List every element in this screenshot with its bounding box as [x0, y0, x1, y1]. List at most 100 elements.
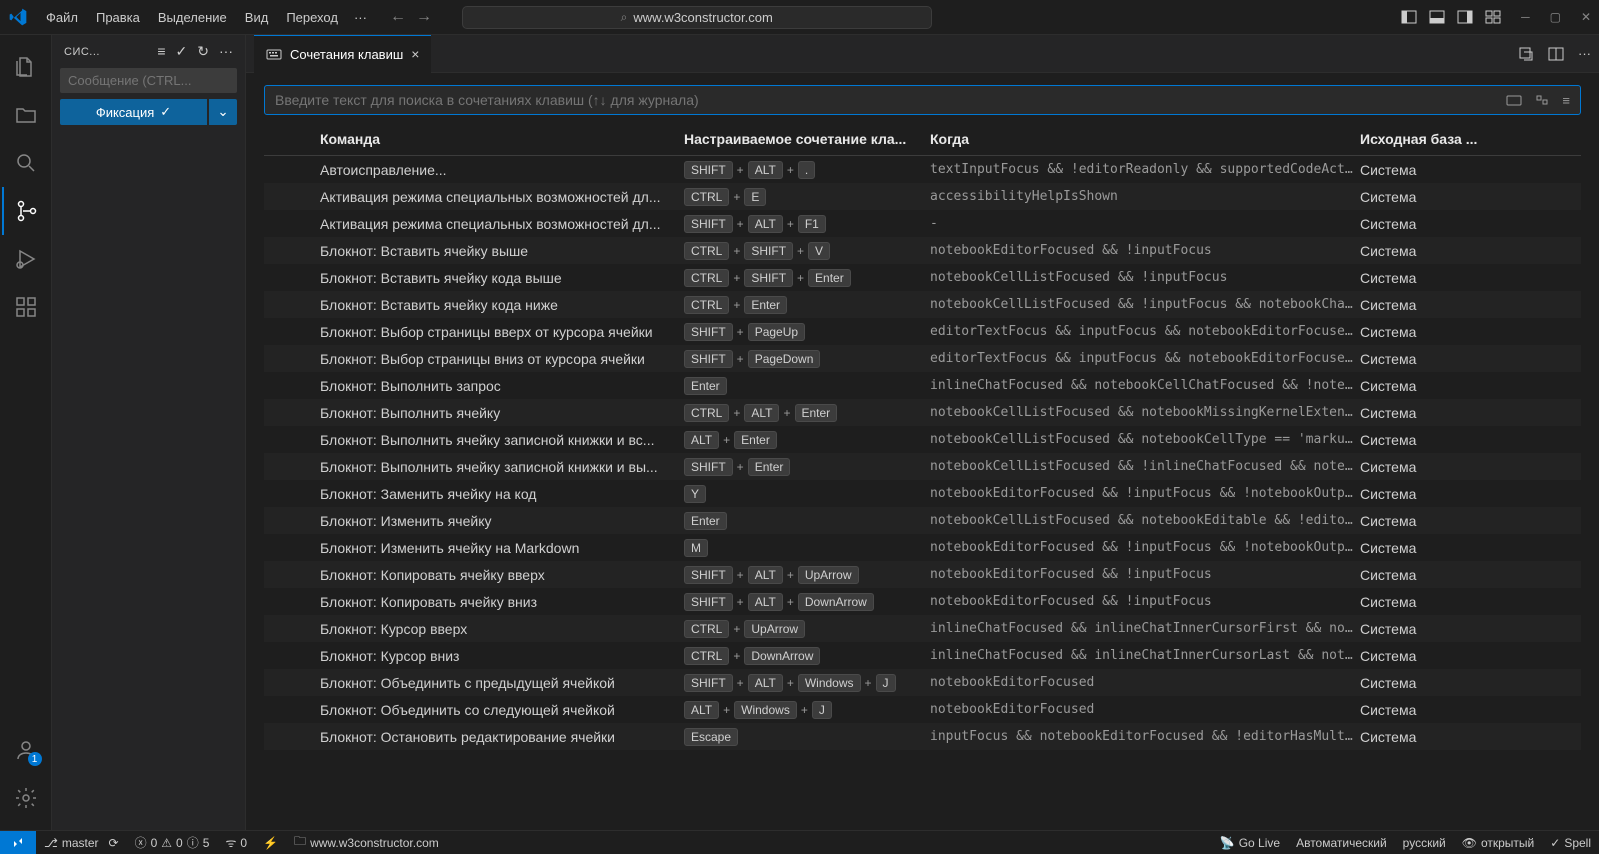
- keybinding-row[interactable]: Блокнот: Вставить ячейку кода нижеCTRL+E…: [264, 291, 1581, 318]
- keybinding-row[interactable]: Блокнот: Изменить ячейку на MarkdownMnot…: [264, 534, 1581, 561]
- maximize-icon[interactable]: ▢: [1550, 10, 1561, 24]
- keybinding-row[interactable]: Блокнот: Вставить ячейку кода вышеCTRL+S…: [264, 264, 1581, 291]
- row-keybinding: CTRL+UpArrow: [684, 620, 930, 638]
- run-debug-icon[interactable]: [2, 235, 50, 283]
- keybinding-row[interactable]: Блокнот: Выполнить ячейку записной книжк…: [264, 453, 1581, 480]
- keybinding-row[interactable]: Блокнот: Копировать ячейку вверхSHIFT+AL…: [264, 561, 1581, 588]
- keybinding-row[interactable]: Блокнот: Копировать ячейку внизSHIFT+ALT…: [264, 588, 1581, 615]
- status-spell[interactable]: ✓Spell: [1542, 836, 1599, 850]
- menu-more-icon[interactable]: ···: [346, 6, 375, 29]
- status-branch[interactable]: ⎇master⟳: [36, 836, 127, 850]
- keybinding-row[interactable]: Блокнот: Заменить ячейку на кодYnotebook…: [264, 480, 1581, 507]
- toggle-primary-sidebar-icon[interactable]: [1401, 9, 1417, 25]
- menu-bar: Файл Правка Выделение Вид Переход: [38, 6, 346, 29]
- keybinding-row[interactable]: Блокнот: Выполнить запросEnterinlineChat…: [264, 372, 1581, 399]
- header-keybinding[interactable]: Настраиваемое сочетание кла...: [684, 131, 930, 147]
- header-command[interactable]: Команда: [314, 131, 684, 147]
- source-control-icon[interactable]: [2, 187, 50, 235]
- commit-button[interactable]: Фиксация ✓: [60, 99, 207, 125]
- keybinding-row[interactable]: Блокнот: Объединить со следующей ячейкой…: [264, 696, 1581, 723]
- tab-keyboard-shortcuts[interactable]: Сочетания клавиш ×: [254, 35, 431, 73]
- keybinding-row[interactable]: Блокнот: Объединить с предыдущей ячейкой…: [264, 669, 1581, 696]
- error-icon: ⓧ: [135, 834, 147, 851]
- nav-forward-icon[interactable]: →: [416, 8, 432, 26]
- row-keybinding: CTRL+E: [684, 188, 930, 206]
- keybinding-search[interactable]: ≡: [264, 85, 1581, 115]
- accounts-icon[interactable]: 1: [2, 726, 50, 774]
- row-source: Система: [1360, 270, 1581, 286]
- keybinding-row[interactable]: Блокнот: Выполнить ячейку записной книжк…: [264, 426, 1581, 453]
- keybinding-row[interactable]: Активация режима специальных возможносте…: [264, 210, 1581, 237]
- settings-gear-icon[interactable]: [2, 774, 50, 822]
- command-center[interactable]: ⌕ www.w3constructor.com: [462, 6, 932, 29]
- keybinding-row[interactable]: Блокнот: Выбор страницы вверх от курсора…: [264, 318, 1581, 345]
- keybinding-row[interactable]: Блокнот: Выполнить ячейкуCTRL+ALT+Entern…: [264, 399, 1581, 426]
- row-command: Активация режима специальных возможносте…: [314, 216, 684, 232]
- row-keybinding: SHIFT+Enter: [684, 458, 930, 476]
- keybinding-row[interactable]: Блокнот: Курсор внизCTRL+DownArrowinline…: [264, 642, 1581, 669]
- keybinding-row[interactable]: Блокнот: Изменить ячейкуEnternotebookCel…: [264, 507, 1581, 534]
- keybinding-row[interactable]: Блокнот: Выбор страницы вниз от курсора …: [264, 345, 1581, 372]
- row-source: Система: [1360, 594, 1581, 610]
- header-source[interactable]: Исходная база ...: [1360, 131, 1581, 147]
- customize-layout-icon[interactable]: [1485, 9, 1501, 25]
- open-keyboard-json-icon[interactable]: [1518, 46, 1534, 62]
- search-activity-icon[interactable]: [2, 139, 50, 187]
- status-path[interactable]: 🗀www.w3constructor.com: [286, 832, 447, 853]
- remote-indicator[interactable]: [0, 831, 36, 854]
- command-center-text: www.w3constructor.com: [633, 10, 772, 25]
- status-problems[interactable]: ⓧ0 ⚠0 ⓘ5: [127, 834, 218, 851]
- row-when: -: [930, 216, 1360, 231]
- folder-icon[interactable]: [2, 91, 50, 139]
- split-editor-icon[interactable]: [1548, 46, 1564, 62]
- close-icon[interactable]: ✕: [1581, 10, 1591, 24]
- menu-go[interactable]: Переход: [278, 6, 346, 29]
- row-keybinding: Enter: [684, 377, 930, 395]
- status-golive[interactable]: 📡Go Live: [1212, 836, 1288, 850]
- table-header: Команда Настраиваемое сочетание кла... К…: [264, 123, 1581, 156]
- menu-file[interactable]: Файл: [38, 6, 86, 29]
- explorer-icon[interactable]: [2, 43, 50, 91]
- menu-selection[interactable]: Выделение: [150, 6, 235, 29]
- eye-icon: 👁: [1462, 836, 1477, 850]
- tab-close-icon[interactable]: ×: [411, 46, 419, 62]
- record-keys-icon[interactable]: [1506, 93, 1522, 108]
- row-source: Система: [1360, 432, 1581, 448]
- row-keybinding: SHIFT+ALT+DownArrow: [684, 593, 930, 611]
- sync-icon[interactable]: ⟳: [109, 836, 119, 850]
- more-editor-icon[interactable]: ···: [1578, 46, 1591, 62]
- view-as-tree-icon[interactable]: ≡: [157, 43, 165, 60]
- status-autodetect[interactable]: Автоматический: [1288, 836, 1395, 850]
- row-keybinding: ALT+Windows+J: [684, 701, 930, 719]
- keybinding-row[interactable]: Активация режима специальных возможносте…: [264, 183, 1581, 210]
- vscode-logo-icon: [8, 7, 28, 27]
- minimize-icon[interactable]: ─: [1521, 10, 1530, 24]
- more-actions-icon[interactable]: ···: [219, 43, 233, 60]
- filter-icon[interactable]: ≡: [1562, 93, 1570, 108]
- keybinding-row[interactable]: Блокнот: Курсор вверхCTRL+UpArrowinlineC…: [264, 615, 1581, 642]
- status-live-icon[interactable]: ⚡: [255, 836, 286, 850]
- keybinding-row[interactable]: Блокнот: Вставить ячейку вышеCTRL+SHIFT+…: [264, 237, 1581, 264]
- status-language[interactable]: русский: [1395, 836, 1454, 850]
- commit-check-icon[interactable]: ✓: [176, 43, 188, 60]
- commit-message-input[interactable]: [60, 68, 237, 93]
- keybinding-row[interactable]: Блокнот: Остановить редактирование ячейк…: [264, 723, 1581, 750]
- menu-view[interactable]: Вид: [237, 6, 277, 29]
- keybinding-search-input[interactable]: [275, 92, 1506, 108]
- nav-back-icon[interactable]: ←: [390, 8, 406, 26]
- toggle-secondary-sidebar-icon[interactable]: [1457, 9, 1473, 25]
- header-when[interactable]: Когда: [930, 131, 1360, 147]
- extensions-icon[interactable]: [2, 283, 50, 331]
- menu-edit[interactable]: Правка: [88, 6, 148, 29]
- row-when: notebookEditorFocused && !inputFocus && …: [930, 540, 1360, 555]
- toggle-panel-icon[interactable]: [1429, 9, 1445, 25]
- refresh-icon[interactable]: ↻: [197, 43, 209, 60]
- status-ports[interactable]: ᯤ0: [217, 834, 255, 851]
- sort-precedence-icon[interactable]: [1534, 93, 1550, 108]
- row-when: inlineChatFocused && inlineChatInnerCurs…: [930, 621, 1360, 636]
- commit-dropdown[interactable]: ⌄: [209, 99, 237, 125]
- status-open[interactable]: 👁открытый: [1454, 836, 1543, 850]
- branch-icon: ⎇: [44, 836, 58, 850]
- info-icon: ⓘ: [187, 834, 199, 851]
- keybinding-row[interactable]: Автоисправление...SHIFT+ALT+.textInputFo…: [264, 156, 1581, 183]
